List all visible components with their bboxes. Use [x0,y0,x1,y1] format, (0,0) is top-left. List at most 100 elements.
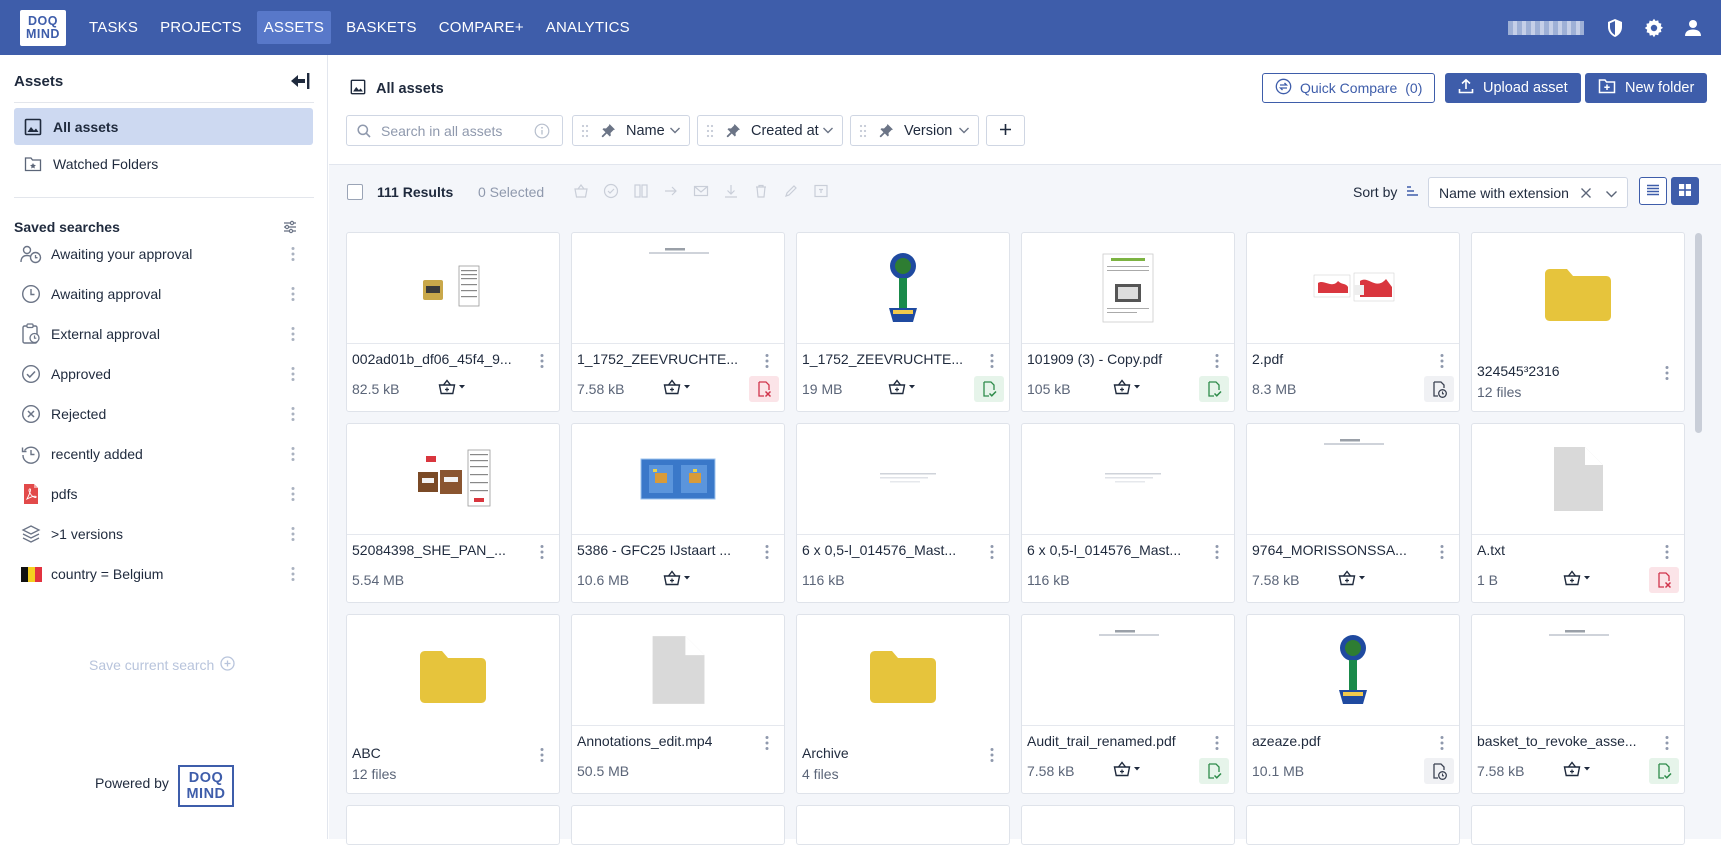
user-icon[interactable] [1682,17,1704,39]
sidebar-item-watched-folders[interactable]: Watched Folders [14,145,313,182]
kebab-menu-icon[interactable] [1439,353,1445,369]
nav-assets[interactable]: ASSETS [256,11,332,44]
asset-card[interactable] [1021,805,1235,845]
select-all-checkbox[interactable] [347,184,363,200]
list-view-button[interactable] [1639,177,1667,205]
kebab-menu-icon[interactable] [989,747,995,763]
asset-card[interactable]: 6 x 0,5-l_014576_Mast... 116 kB [1021,423,1235,603]
download-icon[interactable] [722,182,740,200]
kebab-menu-icon[interactable] [989,544,995,560]
kebab-menu-icon[interactable] [1439,544,1445,560]
pending-status-icon[interactable] [1424,376,1454,402]
add-to-basket-icon[interactable] [1563,761,1591,777]
asset-thumbnail[interactable] [1247,424,1459,535]
new-folder-button[interactable]: New folder [1585,73,1708,103]
asset-thumbnail[interactable] [1247,615,1459,726]
add-to-basket-icon[interactable] [888,379,916,395]
kebab-menu-icon[interactable] [764,353,770,369]
asset-thumbnail[interactable] [1472,424,1684,535]
asset-card[interactable]: 1_1752_ZEEVRUCHTE... 19 MB [796,232,1010,412]
kebab-menu-icon[interactable] [1214,735,1220,751]
saved-search-awaiting-your-approval[interactable]: Awaiting your approval [20,239,300,269]
folder-card[interactable]: 324545³2316 12 files [1471,232,1685,412]
approved-status-icon[interactable] [1199,376,1229,402]
sort-order-icon[interactable] [1406,184,1420,201]
kebab-menu-icon[interactable] [539,747,545,763]
asset-thumbnail[interactable] [1022,233,1234,344]
asset-card[interactable]: azeaze.pdf 10.1 MB [1246,614,1460,794]
add-to-basket-icon[interactable] [1563,570,1591,586]
asset-card[interactable]: 101909 (3) - Copy.pdf 105 kB [1021,232,1235,412]
nav-tasks[interactable]: TASKS [82,11,145,44]
asset-name[interactable]: 52084398_SHE_PAN_... [352,542,522,558]
approved-status-icon[interactable] [974,376,1004,402]
compare-columns-icon[interactable] [632,182,650,200]
saved-search-external-approval[interactable]: External approval [20,319,300,349]
saved-search-recently-added[interactable]: recently added [20,439,300,469]
chevron-down-icon[interactable] [1605,187,1618,203]
basket-icon[interactable] [572,182,590,200]
nav-analytics[interactable]: ANALYTICS [539,11,637,44]
asset-card[interactable]: 2.pdf 8.3 MB [1246,232,1460,412]
pin-icon[interactable] [879,123,894,138]
kebab-menu-icon[interactable] [286,566,300,582]
search-input[interactable]: Search in all assets [346,115,563,146]
asset-name[interactable]: 5386 - GFC25 IJstaart ... [577,542,747,558]
sort-select[interactable]: Name with extension [1428,177,1628,208]
drag-handle-icon[interactable] [856,124,870,138]
sliders-icon[interactable] [282,219,298,235]
drag-handle-icon[interactable] [578,124,592,138]
asset-thumbnail[interactable] [1472,615,1684,726]
grid-view-button[interactable] [1671,177,1699,205]
saved-search-versions[interactable]: >1 versions [20,519,300,549]
pin-icon[interactable] [601,123,616,138]
asset-card[interactable]: 5386 - GFC25 IJstaart ... 10.6 MB [571,423,785,603]
asset-card[interactable] [571,805,785,845]
kebab-menu-icon[interactable] [286,406,300,422]
folder-card[interactable]: ABC 12 files [346,614,560,794]
kebab-menu-icon[interactable] [764,544,770,560]
kebab-menu-icon[interactable] [989,353,995,369]
add-to-basket-icon[interactable] [438,379,466,395]
kebab-menu-icon[interactable] [1214,353,1220,369]
clear-icon[interactable] [1580,186,1592,202]
kebab-menu-icon[interactable] [286,486,300,502]
saved-search-pdfs[interactable]: pdfs [20,479,300,509]
asset-card[interactable]: basket_to_revoke_asse... 7.58 kB [1471,614,1685,794]
asset-thumbnail[interactable] [1472,233,1684,355]
add-to-basket-icon[interactable] [1113,761,1141,777]
asset-card[interactable] [796,805,1010,845]
upload-asset-button[interactable]: Upload asset [1445,73,1581,103]
asset-thumbnail[interactable] [1247,233,1459,344]
kebab-menu-icon[interactable] [1664,735,1670,751]
drag-handle-icon[interactable] [703,124,717,138]
info-icon[interactable] [534,123,550,142]
rejected-status-icon[interactable] [1649,567,1679,593]
kebab-menu-icon[interactable] [539,353,545,369]
nav-projects[interactable]: PROJECTS [153,11,249,44]
nav-compare[interactable]: COMPARE+ [432,11,531,44]
asset-thumbnail[interactable] [572,233,784,344]
approval-icon[interactable] [602,182,620,200]
collapse-sidebar-icon[interactable] [290,72,312,92]
add-to-basket-icon[interactable] [1113,379,1141,395]
asset-name[interactable]: Audit_trail_renamed.pdf [1027,733,1197,749]
kebab-menu-icon[interactable] [1664,365,1670,381]
kebab-menu-icon[interactable] [286,366,300,382]
asset-name[interactable]: 6 x 0,5-l_014576_Mast... [1027,542,1197,558]
kebab-menu-icon[interactable] [1439,735,1445,751]
asset-thumbnail[interactable] [797,233,1009,344]
asset-thumbnail[interactable] [347,615,559,737]
asset-card[interactable]: 002ad01b_df06_45f4_9... 82.5 kB [346,232,560,412]
asset-card[interactable]: 9764_MORISSONSSA... 7.58 kB [1246,423,1460,603]
asset-name[interactable]: 101909 (3) - Copy.pdf [1027,351,1197,367]
kebab-menu-icon[interactable] [286,286,300,302]
asset-thumbnail[interactable] [797,424,1009,535]
filter-name[interactable]: Name [572,115,690,146]
doqmind-logo[interactable]: DOQ MIND [20,9,66,46]
saved-search-awaiting-approval[interactable]: Awaiting approval [20,279,300,309]
nav-baskets[interactable]: BASKETS [339,11,424,44]
asset-name[interactable]: basket_to_revoke_asse... [1477,733,1647,749]
kebab-menu-icon[interactable] [286,526,300,542]
asset-thumbnail[interactable] [1022,615,1234,726]
